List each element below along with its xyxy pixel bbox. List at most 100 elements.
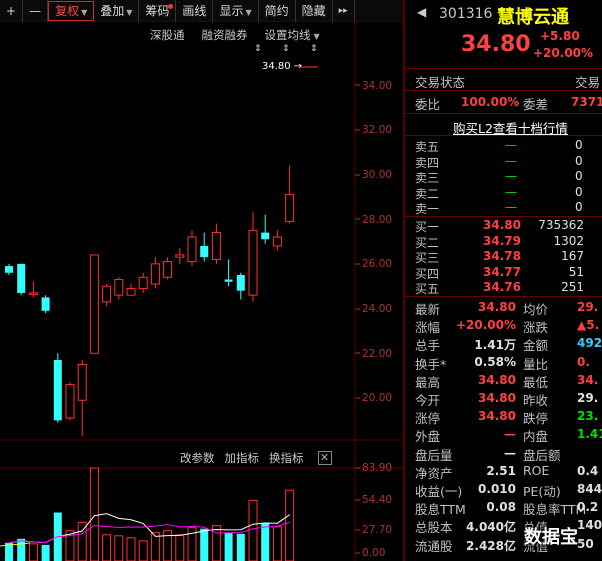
candle-body-down [41, 297, 50, 311]
stock-code: 301316 [439, 6, 493, 22]
stat-label: 昨收 [523, 393, 549, 408]
bid-level-label: 买三 [415, 251, 440, 265]
stat-value: 4.040亿 [466, 520, 516, 535]
price-tick-label: 26.00 [362, 258, 393, 270]
indicator-toolbar: 改参数 加指标 换指标 ✕ [180, 448, 402, 468]
bid-level-label: 买四 [415, 266, 440, 281]
edit-params-button[interactable]: 改参数 [180, 450, 215, 466]
price-tick-label: 20.00 [362, 392, 393, 404]
stat-label: ROE [523, 462, 550, 478]
stat-value: 0.58% [474, 354, 516, 369]
ask-level-volume: 0 [575, 138, 583, 152]
ask-level-price: — [505, 153, 517, 168]
stat-value: 0.08 [486, 500, 516, 515]
stat-label: 收益(一) [415, 484, 463, 499]
volume-bar-down [261, 522, 270, 561]
stat-value: 0.2 [577, 500, 599, 515]
candle-body-up [175, 254, 185, 258]
volume-bar-up [150, 532, 160, 561]
ask-level-volume: 0 [575, 169, 583, 183]
stat-value: ▲5. [577, 318, 600, 333]
close-icon[interactable]: ✕ [317, 451, 332, 465]
back-arrow-icon[interactable]: ◀ [417, 5, 426, 19]
ask-level-volume: 0 [575, 153, 583, 168]
stat-value: 2.428亿 [466, 538, 516, 553]
switch-indicator-button[interactable]: 换指标 [269, 450, 304, 466]
price-tick-label: 22.00 [362, 348, 393, 360]
ask-level-price: — [505, 200, 517, 214]
volume-tick-label: 54.40 [362, 494, 393, 506]
stat-value: 0. [577, 354, 590, 369]
candle-body-down [261, 232, 270, 240]
bid-level-label: 买二 [415, 235, 440, 250]
stat-label: 外盘 [415, 429, 441, 445]
divider [405, 68, 602, 69]
volume-bar-down [17, 538, 26, 561]
candle-body-up [89, 254, 99, 354]
candle-body-up [285, 194, 295, 222]
bid-level-price: 34.79 [483, 233, 521, 248]
volume-bar-up [211, 525, 221, 561]
kline-chart-area[interactable]: + — 复权 ▼ 叠加 ▼ 筹码 画线 显示 ▼ 简约 隐藏 ▸▸ 深股通 融资融券 … [0, 0, 403, 561]
stat-value: 34.80 [478, 372, 516, 387]
volume-bar-up [102, 534, 112, 561]
stat-label: 均价 [523, 302, 549, 317]
candle-body-up [65, 384, 75, 419]
volume-bar-up [248, 499, 258, 561]
bid-level-price: 34.80 [483, 218, 521, 232]
stat-value: 4922 [577, 336, 602, 351]
volume-ma5-line [8, 513, 290, 544]
weicha-value: 7371 [571, 95, 602, 109]
volume-bar-up [175, 534, 185, 561]
stat-value: +20.00% [455, 318, 516, 333]
stat-label: 总股本 [415, 520, 453, 536]
volume-ma10-line [8, 521, 290, 544]
current-price: 34.80 [461, 32, 531, 57]
volume-bar-up [28, 543, 38, 561]
weibi-value: 100.00% [461, 95, 520, 109]
stat-label: 盘后额 [523, 447, 561, 463]
bid-level-volume: 735362 [538, 218, 584, 232]
stat-label: 换手* [415, 356, 447, 372]
candle-body-up [114, 279, 124, 296]
bid-level-label: 买五 [415, 282, 440, 296]
volume-bar-up [285, 489, 295, 561]
divider [405, 90, 602, 91]
stock-name: 慧博云通 [497, 7, 569, 28]
stat-label: 涨跌 [523, 320, 549, 336]
trade-status-label: 交易状态 [415, 75, 466, 90]
price-tick-label: 34.00 [362, 80, 393, 92]
candle-body-up [150, 263, 160, 285]
stat-value: 0.010 [478, 482, 516, 496]
stat-value: 140.6 [577, 518, 602, 533]
stat-value: 0.4 [577, 463, 599, 478]
add-indicator-button[interactable]: 加指标 [225, 450, 260, 466]
stat-label: 涨幅 [415, 320, 441, 336]
price-change-pct: +20.00% [533, 46, 594, 60]
weicha-label: 委差 [523, 97, 549, 112]
stat-label: 跌停 [523, 411, 549, 427]
stat-label: 内盘 [523, 429, 549, 445]
candle-body-down [236, 275, 245, 291]
stat-value: 50 [577, 536, 594, 551]
divider [405, 135, 602, 136]
volume-bar-up [272, 526, 282, 561]
candle-body-up [28, 292, 38, 295]
volume-bar-up [126, 537, 136, 561]
bid-level-price: 34.78 [483, 249, 521, 263]
volume-bar-down [200, 528, 209, 561]
stat-value: 34.80 [478, 300, 516, 314]
price-tick-label: 30.00 [362, 169, 393, 181]
ask-level-volume: 0 [575, 184, 583, 199]
bid-level-volume: 167 [561, 249, 584, 263]
stat-value: 2.51 [486, 463, 516, 478]
volume-tick-label: 27.70 [362, 524, 393, 536]
divider [405, 216, 602, 217]
ask-level-label: 卖三 [415, 171, 440, 185]
quote-panel: ◀ 301316 慧博云通 34.80 +5.80 +20.00% 交易状态 交… [403, 0, 602, 561]
candle-body-up [102, 285, 112, 303]
candle-body-down [200, 245, 209, 258]
volume-bar-up [138, 540, 148, 561]
stat-value: 34. [577, 372, 599, 387]
price-tick-label: 32.00 [362, 124, 393, 136]
